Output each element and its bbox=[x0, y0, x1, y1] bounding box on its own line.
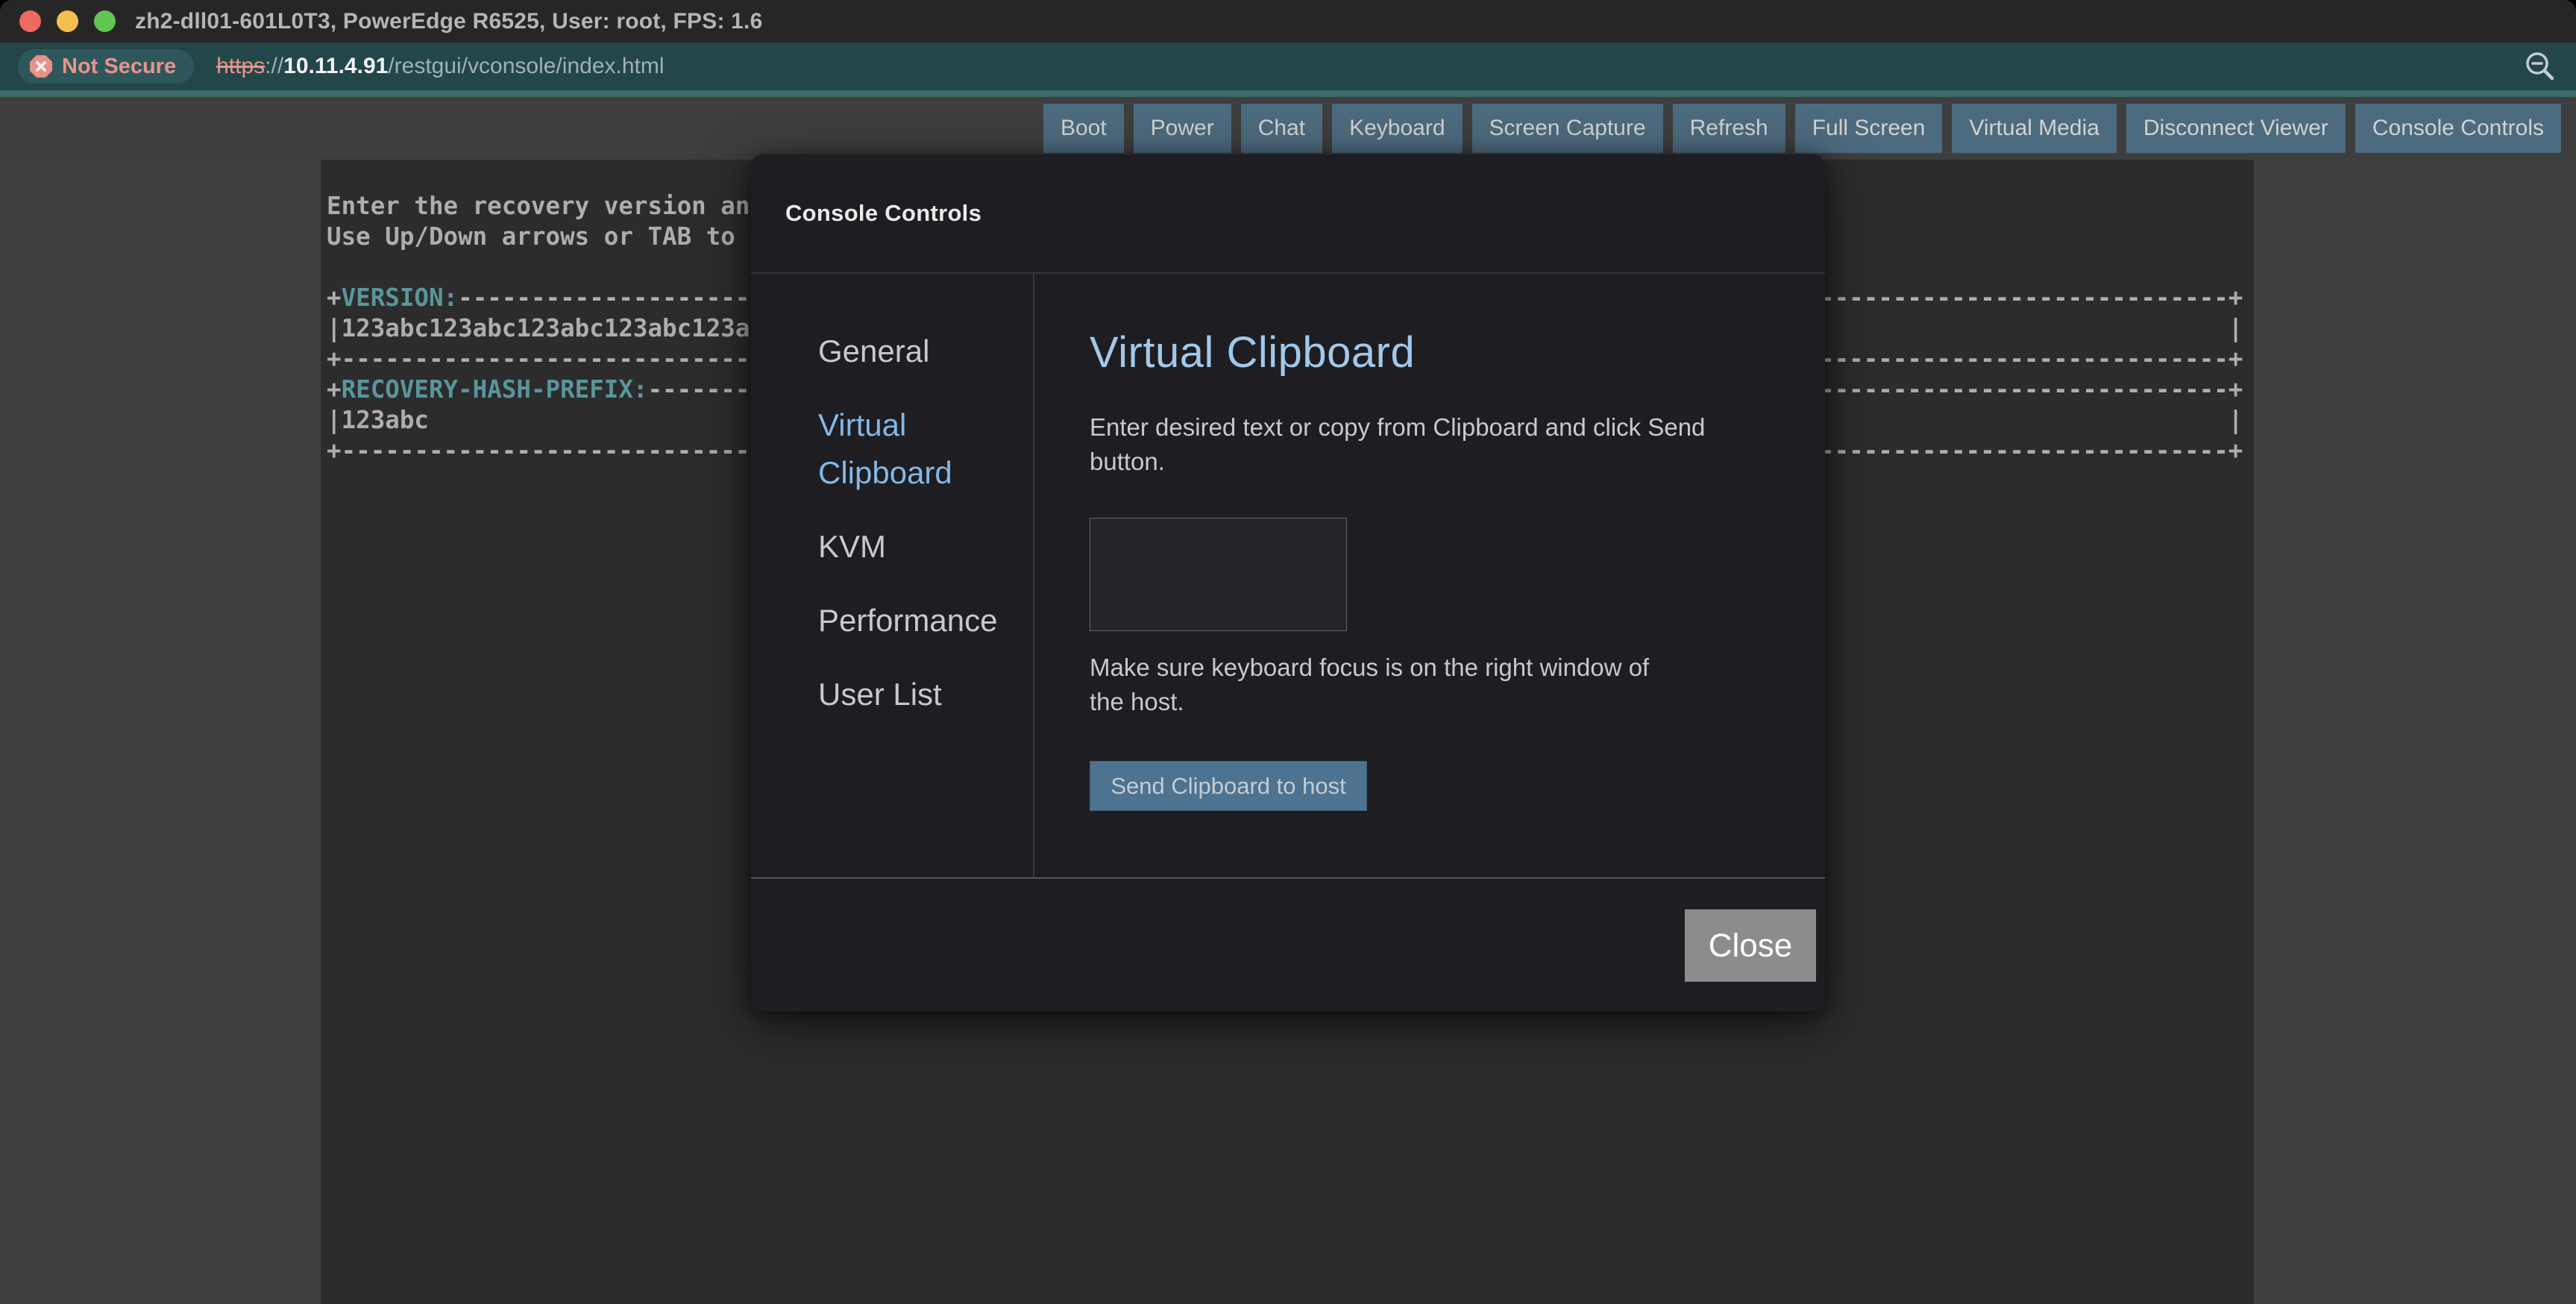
zoom-out-icon[interactable] bbox=[2522, 48, 2558, 84]
keyboard-focus-note: Make sure keyboard focus is on the right… bbox=[1090, 651, 1686, 719]
dialog-header: Console Controls bbox=[751, 154, 1825, 274]
urlbar-accent-line bbox=[0, 90, 2576, 97]
not-secure-label: Not Secure bbox=[62, 54, 176, 79]
console-controls-dialog: Console Controls General Virtual Clipboa… bbox=[751, 154, 1825, 1012]
fullscreen-window-icon[interactable] bbox=[94, 10, 116, 32]
content-heading: Virtual Clipboard bbox=[1090, 327, 1825, 377]
disconnect-viewer-button[interactable]: Disconnect Viewer bbox=[2126, 104, 2346, 153]
window-title: zh2-dll01-601L0T3, PowerEdge R6525, User… bbox=[135, 9, 762, 34]
address-text[interactable]: https://10.11.4.91/restgui/vconsole/inde… bbox=[216, 54, 664, 79]
chat-button[interactable]: Chat bbox=[1241, 104, 1322, 153]
url-path: /restgui/vconsole/index.html bbox=[388, 54, 664, 79]
clipboard-textarea[interactable] bbox=[1090, 518, 1347, 631]
close-dialog-button[interactable]: Close bbox=[1685, 909, 1816, 982]
power-button[interactable]: Power bbox=[1134, 104, 1231, 153]
sidebar-item-general[interactable]: General bbox=[818, 327, 1003, 375]
boot-button[interactable]: Boot bbox=[1043, 104, 1124, 153]
sidebar-item-kvm[interactable]: KVM bbox=[818, 523, 1003, 571]
sidebar-item-virtual-clipboard[interactable]: Virtual Clipboard bbox=[818, 401, 1003, 497]
not-secure-badge[interactable]: Not Secure bbox=[18, 49, 194, 84]
minimize-window-icon[interactable] bbox=[57, 10, 78, 32]
full-screen-button[interactable]: Full Screen bbox=[1795, 104, 1943, 153]
url-separator: :// bbox=[265, 54, 283, 79]
url-scheme: https bbox=[216, 54, 265, 79]
dialog-body: General Virtual Clipboard KVM Performanc… bbox=[751, 274, 1825, 877]
screen-capture-button[interactable]: Screen Capture bbox=[1472, 104, 1663, 153]
not-secure-warning-icon bbox=[30, 55, 52, 78]
console-controls-button[interactable]: Console Controls bbox=[2355, 104, 2561, 153]
dialog-sidebar: General Virtual Clipboard KVM Performanc… bbox=[751, 274, 1034, 877]
terminal-text-right: ----------------------------+ | --------… bbox=[1820, 283, 2243, 466]
dialog-title: Console Controls bbox=[785, 200, 981, 227]
close-window-icon[interactable] bbox=[19, 10, 41, 32]
url-host: 10.11.4.91 bbox=[283, 54, 388, 79]
terminal-text-left: Enter the recovery version an Use Up/Dow… bbox=[327, 191, 750, 466]
refresh-button[interactable]: Refresh bbox=[1673, 104, 1785, 153]
sidebar-item-performance[interactable]: Performance bbox=[818, 597, 1003, 645]
sidebar-item-user-list[interactable]: User List bbox=[818, 671, 1003, 718]
clipboard-description: Enter desired text or copy from Clipboar… bbox=[1090, 410, 1709, 479]
traffic-lights bbox=[19, 10, 116, 32]
url-bar: Not Secure https://10.11.4.91/restgui/vc… bbox=[0, 43, 2576, 90]
dialog-content: Virtual Clipboard Enter desired text or … bbox=[1034, 274, 1825, 877]
vconsole-toolbar: Boot Power Chat Keyboard Screen Capture … bbox=[0, 97, 2576, 160]
keyboard-button[interactable]: Keyboard bbox=[1332, 104, 1462, 153]
send-clipboard-button[interactable]: Send Clipboard to host bbox=[1090, 761, 1367, 811]
titlebar: zh2-dll01-601L0T3, PowerEdge R6525, User… bbox=[0, 0, 2576, 43]
dialog-footer: Close bbox=[751, 877, 1825, 1012]
virtual-media-button[interactable]: Virtual Media bbox=[1952, 104, 2117, 153]
browser-window: zh2-dll01-601L0T3, PowerEdge R6525, User… bbox=[0, 0, 2576, 1304]
